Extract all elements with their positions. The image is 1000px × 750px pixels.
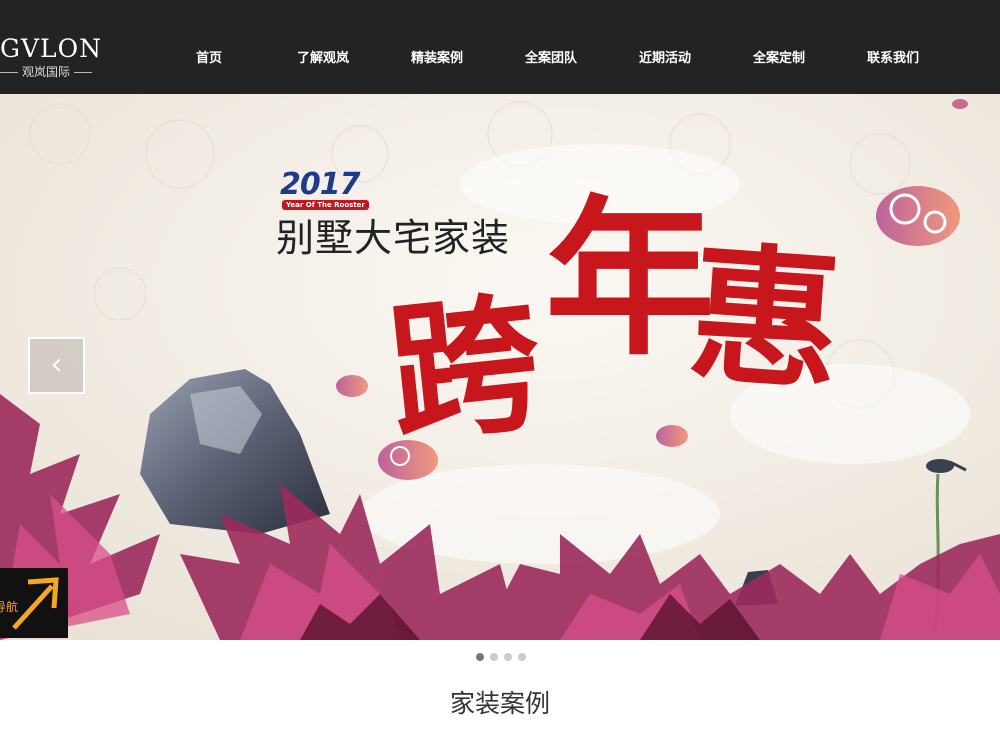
carousel-dot-2[interactable] xyxy=(490,653,498,661)
main-nav: 首页 了解观岚 精装案例 全案团队 近期活动 全案定制 联系我们 xyxy=(152,49,950,69)
nav-item-team[interactable]: 全案团队 xyxy=(494,49,608,69)
carousel-prev-button[interactable]: ‹ xyxy=(28,337,85,394)
nav-item-events[interactable]: 近期活动 xyxy=(608,49,722,69)
guide-label: 导航 xyxy=(0,600,19,614)
brand-logo[interactable]: GVLON 观岚国际 xyxy=(0,34,115,82)
year-text: 2017 xyxy=(280,167,360,202)
top-navigation-bar: GVLON 观岚国际 首页 了解观岚 精装案例 全案团队 近期活动 全案定制 联… xyxy=(0,0,1000,94)
nav-item-home[interactable]: 首页 xyxy=(152,49,266,69)
floating-guide-button[interactable]: 导航 xyxy=(0,568,68,638)
nav-item-cases[interactable]: 精装案例 xyxy=(380,49,494,69)
section-title: 家装案例 xyxy=(449,689,550,718)
logo-wordmark: GVLON xyxy=(0,34,102,63)
year-badge: 2017 xyxy=(280,168,360,202)
calligraphy-char-1: 跨 xyxy=(381,273,549,465)
carousel-dot-4[interactable] xyxy=(518,653,526,661)
hero-banner[interactable]: 跨 年 惠 xyxy=(0,94,1000,640)
carousel-indicators xyxy=(476,653,532,661)
calligraphy-char-3: 惠 xyxy=(684,225,846,413)
nav-item-contact[interactable]: 联系我们 xyxy=(836,49,950,69)
carousel-dot-3[interactable] xyxy=(504,653,512,661)
logo-subtitle-text: 观岚国际 xyxy=(22,65,71,79)
year-tagline: Year Of The Rooster xyxy=(282,200,369,210)
nav-item-custom[interactable]: 全案定制 xyxy=(722,49,836,69)
nav-item-about[interactable]: 了解观岚 xyxy=(266,49,380,69)
carousel-dot-1[interactable] xyxy=(476,653,484,661)
logo-subtitle: 观岚国际 xyxy=(0,64,112,80)
banner-slogan: 别墅大宅家装 xyxy=(276,216,511,260)
